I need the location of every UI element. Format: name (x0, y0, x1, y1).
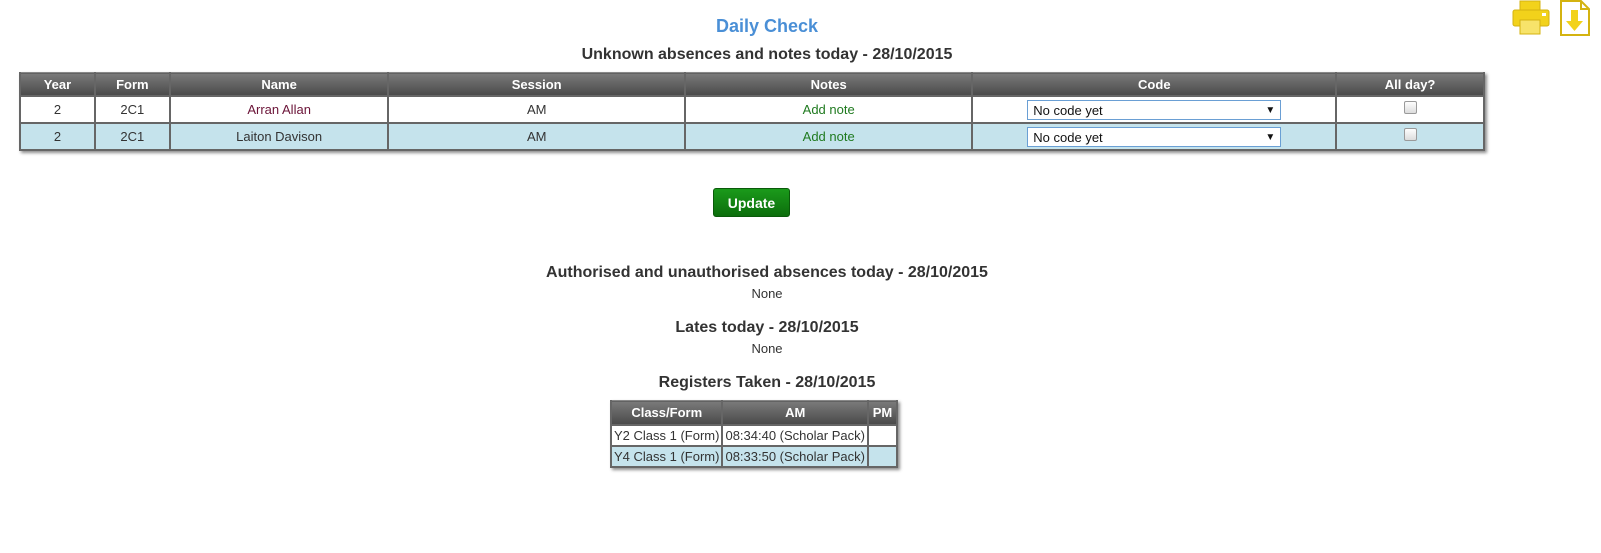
session-cell: AM (387, 122, 686, 151)
download-document-icon[interactable] (1557, 0, 1593, 41)
code-cell: No code yet ▼ (971, 95, 1338, 124)
code-select-value: No code yet (1033, 129, 1103, 145)
lates-heading: Lates today - 28/10/2015 (675, 319, 859, 336)
table-header-row: Year Form Name Session Notes Code All da… (19, 72, 1485, 97)
table-row: 2 2C1 Laiton Davison AM Add note No code… (19, 122, 1485, 151)
all-day-checkbox[interactable] (1403, 128, 1417, 142)
registers-heading: Registers Taken - 28/10/2015 (658, 374, 876, 391)
column-header-am[interactable]: AM (721, 400, 869, 426)
notes-cell: Add note (683, 122, 974, 151)
code-select-value: No code yet (1033, 102, 1103, 118)
update-button[interactable]: Update (713, 188, 790, 217)
year-cell: 2 (19, 122, 96, 151)
column-header-year[interactable]: Year (19, 72, 96, 97)
all-day-cell (1335, 122, 1485, 151)
am-cell: 08:34:40 (Scholar Pack) (721, 424, 869, 447)
column-header-notes[interactable]: Notes (683, 72, 974, 97)
all-day-checkbox[interactable] (1403, 101, 1417, 115)
dropdown-arrow-icon: ▼ (1265, 131, 1276, 143)
year-cell: 2 (19, 95, 96, 124)
column-header-session[interactable]: Session (387, 72, 686, 97)
pupil-name: Arran Allan (247, 102, 311, 117)
session-cell: AM (387, 95, 686, 124)
column-header-class-form[interactable]: Class/Form (609, 400, 724, 426)
code-select[interactable]: No code yet ▼ (1027, 126, 1282, 147)
unknown-absences-heading: Unknown absences and notes today - 28/10… (581, 46, 953, 63)
lates-value: None (751, 341, 783, 356)
form-cell: 2C1 (93, 122, 171, 151)
pm-cell (866, 424, 898, 447)
column-header-all-day[interactable]: All day? (1335, 72, 1485, 97)
registers-table: Class/Form AM PM Y2 Class 1 (Form) 08:34… (609, 400, 898, 468)
all-day-cell (1335, 95, 1485, 124)
notes-cell: Add note (683, 95, 974, 124)
add-note-link[interactable]: Add note (803, 102, 855, 117)
page-title: Daily Check (715, 16, 819, 36)
pupil-name-cell: Arran Allan (168, 95, 390, 124)
column-header-name[interactable]: Name (168, 72, 390, 97)
table-row: Y4 Class 1 (Form) 08:33:50 (Scholar Pack… (609, 445, 898, 468)
column-header-code[interactable]: Code (971, 72, 1338, 97)
code-cell: No code yet ▼ (971, 122, 1338, 151)
table-row: 2 2C1 Arran Allan AM Add note No code ye… (19, 95, 1485, 124)
am-cell: 08:33:50 (Scholar Pack) (721, 445, 869, 468)
add-note-link[interactable]: Add note (803, 129, 855, 144)
pm-cell (866, 445, 898, 468)
column-header-pm[interactable]: PM (866, 400, 898, 426)
form-cell: 2C1 (93, 95, 171, 124)
column-header-form[interactable]: Form (93, 72, 171, 97)
table-header-row: Class/Form AM PM (609, 400, 898, 426)
authorised-absences-value: None (751, 286, 783, 301)
code-select[interactable]: No code yet ▼ (1027, 99, 1282, 120)
daily-check-page: Daily Check Unknown absences and notes t… (0, 0, 1601, 553)
table-row: Y2 Class 1 (Form) 08:34:40 (Scholar Pack… (609, 424, 898, 447)
pupil-name-cell: Laiton Davison (168, 122, 390, 151)
dropdown-arrow-icon: ▼ (1265, 104, 1276, 116)
class-form-cell: Y4 Class 1 (Form) (609, 445, 724, 468)
class-form-cell: Y2 Class 1 (Form) (609, 424, 724, 447)
unknown-absences-table: Year Form Name Session Notes Code All da… (19, 72, 1485, 151)
pupil-name: Laiton Davison (236, 129, 323, 144)
authorised-absences-heading: Authorised and unauthorised absences tod… (546, 264, 988, 281)
